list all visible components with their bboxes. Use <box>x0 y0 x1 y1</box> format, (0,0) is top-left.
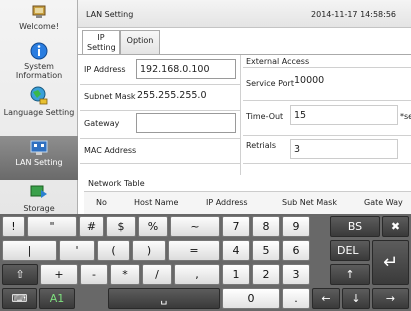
subnet-mask-field[interactable]: 255.255.255.0 <box>137 90 207 101</box>
tab-ip-setting[interactable]: IP Setting <box>82 30 120 55</box>
retrials-field[interactable]: 3 <box>290 139 398 159</box>
network-table: Network Table No Host Name IP Address Su… <box>84 177 411 215</box>
key-period[interactable]: . <box>282 288 310 309</box>
ip-setting-panel: IP Address 192.168.0.100 Subnet Mask 255… <box>78 54 411 215</box>
mac-address-label: MAC Address <box>84 146 137 155</box>
sidebar-item-label: Language Setting <box>3 108 75 117</box>
row-divider <box>80 138 240 139</box>
arrow-left-key[interactable]: ← <box>312 288 340 309</box>
input-mode-key[interactable]: A1 <box>39 288 75 309</box>
home-icon <box>32 5 46 18</box>
timeout-field[interactable]: 15 <box>290 105 398 125</box>
row-divider <box>243 163 411 164</box>
key-0[interactable]: 0 <box>222 288 280 309</box>
timeout-unit: *sec <box>400 112 411 121</box>
sidebar-item-welcome[interactable]: Welcome! <box>0 2 78 38</box>
key-5[interactable]: 5 <box>252 240 280 261</box>
page-title: LAN Setting <box>86 10 134 19</box>
external-access-label: External Access <box>246 57 310 66</box>
key-comma[interactable]: , <box>174 264 220 285</box>
key-hash[interactable]: # <box>79 216 104 237</box>
sidebar-item-storage[interactable]: Storage <box>0 184 78 214</box>
key-left-paren[interactable]: ( <box>97 240 130 261</box>
key-6[interactable]: 6 <box>282 240 310 261</box>
row-divider <box>80 84 240 85</box>
row-divider <box>80 110 240 111</box>
keyboard-toggle-icon[interactable]: ⌨ <box>2 288 37 309</box>
key-pipe[interactable]: | <box>2 240 57 261</box>
subnet-mask-label: Subnet Mask <box>84 92 136 101</box>
row-divider <box>243 67 411 68</box>
close-keyboard-icon[interactable]: ✖ <box>382 216 409 237</box>
arrow-up-key[interactable]: ↑ <box>330 264 370 285</box>
column-header-no: No <box>96 198 107 207</box>
key-4[interactable]: 4 <box>222 240 250 261</box>
tab-option[interactable]: Option <box>120 30 160 54</box>
sidebar-item-label: Welcome! <box>19 22 59 31</box>
key-right-paren[interactable]: ) <box>132 240 166 261</box>
column-divider <box>240 55 241 175</box>
key-9[interactable]: 9 <box>282 216 310 237</box>
arrow-down-key[interactable]: ↓ <box>342 288 370 309</box>
sidebar: Welcome! System Information Language Set… <box>0 0 78 214</box>
network-table-caption: Network Table <box>88 179 145 188</box>
key-8[interactable]: 8 <box>252 216 280 237</box>
key-7[interactable]: 7 <box>222 216 250 237</box>
key-slash[interactable]: / <box>142 264 172 285</box>
gateway-field[interactable] <box>136 113 236 133</box>
backspace-key[interactable]: BS <box>330 216 380 237</box>
sidebar-item-language-setting[interactable]: Language Setting <box>0 86 78 130</box>
key-asterisk[interactable]: * <box>110 264 140 285</box>
app-window: Welcome! System Information Language Set… <box>0 0 411 311</box>
column-header-subnet-mask: Sub Net Mask <box>282 198 337 207</box>
space-key[interactable]: ␣ <box>108 288 220 309</box>
sidebar-item-label: LAN Setting <box>15 158 63 167</box>
key-3[interactable]: 3 <box>282 264 310 285</box>
row-divider <box>243 135 411 136</box>
key-tilde[interactable]: ~ <box>170 216 220 237</box>
service-port-label: Service Port <box>246 79 294 88</box>
network-icon <box>30 140 48 155</box>
key-1[interactable]: 1 <box>222 264 250 285</box>
key-plus[interactable]: + <box>40 264 78 285</box>
key-equals[interactable]: = <box>168 240 220 261</box>
gateway-label: Gateway <box>84 119 120 128</box>
column-header-ip-address: IP Address <box>206 198 248 207</box>
column-header-host-name: Host Name <box>134 198 179 207</box>
on-screen-keyboard: ! " # $ % ~ 7 8 9 BS ✖ | ' ( ) = 4 5 6 D… <box>0 214 411 311</box>
shift-key[interactable]: ⇧ <box>2 264 38 285</box>
key-quote[interactable]: " <box>27 216 77 237</box>
sidebar-item-lan-setting[interactable]: LAN Setting <box>0 136 78 180</box>
globe-icon <box>30 86 48 105</box>
network-table-header: No Host Name IP Address Sub Net Mask Gat… <box>84 191 411 215</box>
title-bar: LAN Setting 2014-11-17 14:58:56 <box>78 0 411 28</box>
key-percent[interactable]: % <box>138 216 168 237</box>
enter-key[interactable]: ↵ <box>372 240 409 285</box>
key-apostrophe[interactable]: ' <box>59 240 95 261</box>
timeout-label: Time-Out <box>246 112 284 121</box>
key-dollar[interactable]: $ <box>106 216 136 237</box>
info-icon <box>30 42 48 60</box>
datetime-display: 2014-11-17 14:58:56 <box>311 10 396 19</box>
sidebar-item-label: Storage <box>23 204 55 213</box>
key-exclamation[interactable]: ! <box>2 216 25 237</box>
delete-key[interactable]: DEL <box>330 240 370 261</box>
retrials-label: Retrials <box>246 141 277 150</box>
row-divider <box>80 163 240 164</box>
sidebar-item-system-information[interactable]: System Information <box>0 42 78 82</box>
ip-address-field[interactable]: 192.168.0.100 <box>136 59 236 79</box>
key-minus[interactable]: - <box>80 264 108 285</box>
arrow-right-key[interactable]: → <box>372 288 409 309</box>
tab-bar: IP Setting Option <box>78 28 411 55</box>
sidebar-item-label: System Information <box>15 62 63 80</box>
storage-icon <box>30 185 47 198</box>
key-2[interactable]: 2 <box>252 264 280 285</box>
column-header-gateway: Gate Way <box>364 198 403 207</box>
row-divider <box>243 100 411 101</box>
service-port-field[interactable]: 10000 <box>294 75 324 86</box>
ip-address-label: IP Address <box>84 65 126 74</box>
